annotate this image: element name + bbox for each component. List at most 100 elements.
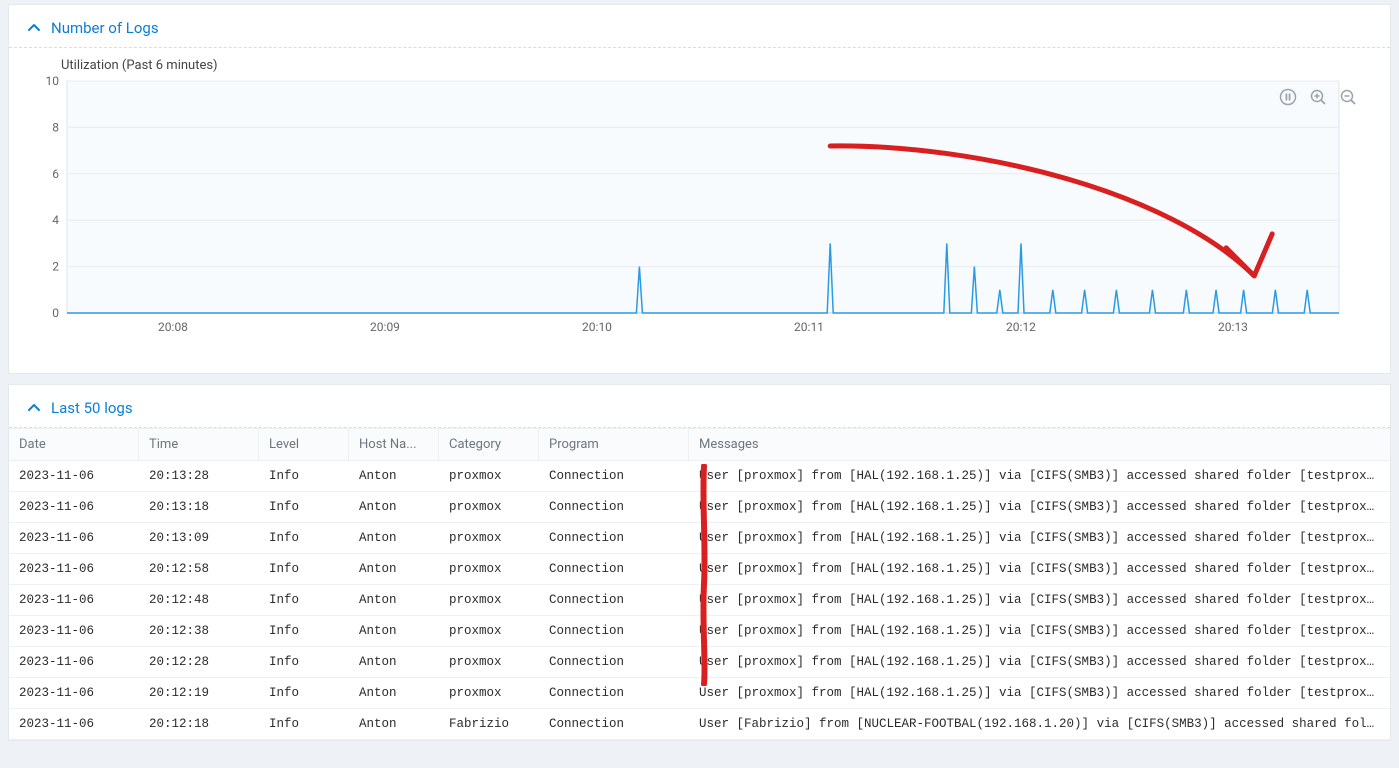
chart-section: Utilization (Past 6 minutes) 0 2 4 6 8 10 20:0… xyxy=(9,48,1390,373)
cell-date: 2023-11-06 xyxy=(9,461,139,491)
table-row[interactable]: 2023-11-0620:13:18InfoAntonproxmoxConnec… xyxy=(9,492,1390,523)
cell-level: Info xyxy=(259,678,349,708)
cell-level: Info xyxy=(259,647,349,677)
svg-text:20:08: 20:08 xyxy=(158,320,188,334)
cell-level: Info xyxy=(259,616,349,646)
cell-date: 2023-11-06 xyxy=(9,554,139,584)
chevron-up-icon xyxy=(27,401,41,415)
cell-category: proxmox xyxy=(439,554,539,584)
cell-host: Anton xyxy=(349,585,439,615)
table-row[interactable]: 2023-11-0620:12:28InfoAntonproxmoxConnec… xyxy=(9,647,1390,678)
svg-text:20:11: 20:11 xyxy=(794,320,824,334)
cell-category: Fabrizio xyxy=(439,709,539,739)
svg-text:20:13: 20:13 xyxy=(1218,320,1248,334)
cell-message: User [Fabrizio] from [NUCLEAR-FOOTBAL(19… xyxy=(689,709,1390,739)
chevron-up-icon xyxy=(27,21,41,35)
col-header-date[interactable]: Date xyxy=(9,429,139,460)
table-row[interactable]: 2023-11-0620:13:28InfoAntonproxmoxConnec… xyxy=(9,461,1390,492)
cell-host: Anton xyxy=(349,461,439,491)
last-logs-header[interactable]: Last 50 logs xyxy=(9,385,1390,428)
cell-date: 2023-11-06 xyxy=(9,709,139,739)
cell-message: User [proxmox] from [HAL(192.168.1.25)] … xyxy=(689,554,1390,584)
svg-text:20:12: 20:12 xyxy=(1006,320,1036,334)
table-row[interactable]: 2023-11-0620:13:09InfoAntonproxmoxConnec… xyxy=(9,523,1390,554)
col-header-time[interactable]: Time xyxy=(139,429,259,460)
cell-message: User [proxmox] from [HAL(192.168.1.25)] … xyxy=(689,678,1390,708)
logs-table-header: Date Time Level Host Na... Category Prog… xyxy=(9,428,1390,461)
cell-category: proxmox xyxy=(439,647,539,677)
zoom-out-icon[interactable] xyxy=(1338,87,1358,107)
col-header-host[interactable]: Host Na... xyxy=(349,429,439,460)
cell-time: 20:13:18 xyxy=(139,492,259,522)
logs-table: Date Time Level Host Na... Category Prog… xyxy=(9,428,1390,740)
cell-program: Connection xyxy=(539,554,689,584)
cell-time: 20:12:19 xyxy=(139,678,259,708)
number-of-logs-title: Number of Logs xyxy=(51,19,159,37)
cell-date: 2023-11-06 xyxy=(9,585,139,615)
cell-message: User [proxmox] from [HAL(192.168.1.25)] … xyxy=(689,523,1390,553)
cell-level: Info xyxy=(259,709,349,739)
cell-category: proxmox xyxy=(439,461,539,491)
last-logs-panel: Last 50 logs Date Time Level Host Na... … xyxy=(8,384,1391,741)
cell-host: Anton xyxy=(349,523,439,553)
cell-time: 20:13:28 xyxy=(139,461,259,491)
svg-text:2: 2 xyxy=(52,260,59,274)
cell-program: Connection xyxy=(539,709,689,739)
cell-category: proxmox xyxy=(439,585,539,615)
cell-message: User [proxmox] from [HAL(192.168.1.25)] … xyxy=(689,585,1390,615)
cell-host: Anton xyxy=(349,647,439,677)
cell-time: 20:12:18 xyxy=(139,709,259,739)
cell-category: proxmox xyxy=(439,492,539,522)
table-row[interactable]: 2023-11-0620:12:58InfoAntonproxmoxConnec… xyxy=(9,554,1390,585)
svg-text:20:10: 20:10 xyxy=(582,320,612,334)
cell-program: Connection xyxy=(539,461,689,491)
cell-level: Info xyxy=(259,461,349,491)
cell-program: Connection xyxy=(539,616,689,646)
number-of-logs-header[interactable]: Number of Logs xyxy=(9,5,1390,48)
col-header-program[interactable]: Program xyxy=(539,429,689,460)
cell-time: 20:12:28 xyxy=(139,647,259,677)
number-of-logs-panel: Number of Logs Utilization (Past 6 minut… xyxy=(8,4,1391,374)
cell-program: Connection xyxy=(539,585,689,615)
svg-text:6: 6 xyxy=(52,167,59,181)
logs-table-body: 2023-11-0620:13:28InfoAntonproxmoxConnec… xyxy=(9,461,1390,740)
zoom-in-icon[interactable] xyxy=(1308,87,1328,107)
cell-program: Connection xyxy=(539,647,689,677)
cell-category: proxmox xyxy=(439,678,539,708)
cell-message: User [proxmox] from [HAL(192.168.1.25)] … xyxy=(689,492,1390,522)
cell-date: 2023-11-06 xyxy=(9,647,139,677)
table-row[interactable]: 2023-11-0620:12:48InfoAntonproxmoxConnec… xyxy=(9,585,1390,616)
svg-text:8: 8 xyxy=(52,120,59,134)
cell-time: 20:12:58 xyxy=(139,554,259,584)
svg-text:10: 10 xyxy=(46,75,60,88)
cell-category: proxmox xyxy=(439,523,539,553)
last-logs-title: Last 50 logs xyxy=(51,399,133,417)
cell-host: Anton xyxy=(349,616,439,646)
cell-time: 20:12:38 xyxy=(139,616,259,646)
svg-text:4: 4 xyxy=(52,213,59,227)
table-row[interactable]: 2023-11-0620:12:19InfoAntonproxmoxConnec… xyxy=(9,678,1390,709)
svg-text:0: 0 xyxy=(52,306,59,320)
col-header-level[interactable]: Level xyxy=(259,429,349,460)
cell-date: 2023-11-06 xyxy=(9,523,139,553)
svg-text:20:09: 20:09 xyxy=(370,320,400,334)
table-row[interactable]: 2023-11-0620:12:18InfoAntonFabrizioConne… xyxy=(9,709,1390,740)
cell-message: User [proxmox] from [HAL(192.168.1.25)] … xyxy=(689,647,1390,677)
chart-svg: 0 2 4 6 8 10 20:08 20:09 20:10 20:11 20:12 20:13 xyxy=(27,75,1347,345)
cell-program: Connection xyxy=(539,523,689,553)
utilization-chart[interactable]: 0 2 4 6 8 10 20:08 20:09 20:10 20:11 20:12 20:13 xyxy=(27,75,1372,349)
cell-host: Anton xyxy=(349,492,439,522)
chart-toolbar xyxy=(1278,87,1358,107)
table-row[interactable]: 2023-11-0620:12:38InfoAntonproxmoxConnec… xyxy=(9,616,1390,647)
cell-program: Connection xyxy=(539,492,689,522)
cell-level: Info xyxy=(259,585,349,615)
col-header-category[interactable]: Category xyxy=(439,429,539,460)
cell-program: Connection xyxy=(539,678,689,708)
cell-category: proxmox xyxy=(439,616,539,646)
cell-level: Info xyxy=(259,554,349,584)
pause-icon[interactable] xyxy=(1278,87,1298,107)
chart-subtitle: Utilization (Past 6 minutes) xyxy=(61,58,1372,73)
cell-date: 2023-11-06 xyxy=(9,616,139,646)
col-header-messages[interactable]: Messages xyxy=(689,429,1390,460)
cell-date: 2023-11-06 xyxy=(9,492,139,522)
